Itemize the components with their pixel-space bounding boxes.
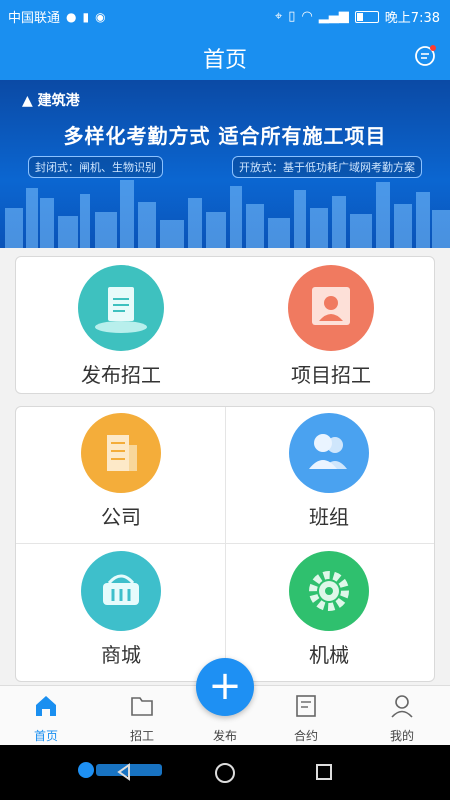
tab-label: 合约: [293, 729, 318, 743]
person-card-icon: [288, 265, 374, 351]
folder-icon: [131, 697, 153, 716]
divider-horizontal: [16, 543, 434, 544]
signal-icon: ▂▄▆: [318, 9, 349, 24]
publish-fab[interactable]: +: [196, 658, 254, 716]
home-circle-icon[interactable]: [214, 762, 236, 784]
tab-label: 我的: [389, 729, 414, 743]
chat-bubble-icon: ◉: [95, 9, 106, 24]
grid-label: 公司: [101, 505, 141, 529]
tab-mine[interactable]: 我的: [370, 692, 434, 744]
document-icon: [78, 265, 164, 351]
banner-logo: ▲ 建筑港: [22, 93, 80, 109]
grid-label: 班组: [309, 505, 349, 529]
grid-item-project-recruit[interactable]: 项目招工: [286, 265, 376, 388]
message-button[interactable]: [414, 44, 438, 68]
tab-recruit[interactable]: 招工: [110, 692, 174, 744]
wifi-icon: ◠: [301, 9, 313, 24]
primary-actions-card: 发布招工 项目招工: [15, 256, 435, 394]
tab-contract[interactable]: 合约: [274, 692, 338, 744]
tab-home[interactable]: 首页: [14, 692, 78, 744]
banner-headline: 多样化考勤方式 适合所有施工项目: [63, 124, 387, 148]
home-icon: [36, 696, 56, 716]
divider-vertical: [225, 407, 226, 681]
system-navigation-bar: [0, 745, 450, 800]
building-icon: [81, 413, 161, 493]
contract-icon: [296, 695, 316, 717]
battery-icon: [354, 10, 379, 23]
carrier-name: 中国联通: [8, 11, 61, 26]
message-icon: [415, 45, 436, 66]
grid-label: 商城: [101, 643, 141, 667]
grid-item-mall[interactable]: 商城: [76, 551, 166, 668]
tab-label: 首页: [33, 729, 58, 743]
grid-label: 项目招工: [291, 363, 371, 387]
status-bar: 中国联通 ● ▮ ◉ ⌖ ▯ ◠ ▂▄▆ 晚上7:38: [0, 0, 450, 32]
top-nav: 首页: [0, 32, 450, 80]
clock: 晚上7:38: [384, 11, 440, 26]
tab-label: 招工: [129, 729, 154, 743]
page-title: 首页: [202, 48, 247, 73]
grid-item-team[interactable]: 班组: [284, 413, 374, 530]
publish-label: 发布: [212, 729, 237, 743]
city-skyline-illustration: [5, 180, 450, 248]
back-icon[interactable]: [114, 762, 134, 782]
grid-item-machinery[interactable]: 机械: [284, 551, 374, 668]
logo-icon: ▲: [22, 93, 33, 109]
sim-icon: ▮: [82, 9, 90, 24]
wechat-icon: ●: [66, 9, 77, 24]
plus-icon: +: [208, 663, 242, 709]
user-icon: [391, 695, 413, 718]
recent-apps-icon[interactable]: [314, 762, 334, 782]
location-icon: ⌖: [274, 9, 283, 24]
grid-item-post-job[interactable]: 发布招工: [76, 265, 166, 388]
secondary-actions-card: 公司 班组 商城 机械: [15, 406, 435, 682]
group-icon: [289, 413, 369, 493]
gear-icon: [289, 551, 369, 631]
vibrate-icon: ▯: [288, 9, 296, 24]
grid-item-company[interactable]: 公司: [76, 413, 166, 530]
promo-banner[interactable]: ▲ 建筑港 多样化考勤方式 适合所有施工项目 封闭式：闸机、生物识别 开放式：基…: [0, 80, 450, 248]
basket-icon: [81, 551, 161, 631]
grid-label: 机械: [309, 643, 349, 667]
grid-label: 发布招工: [81, 363, 161, 387]
